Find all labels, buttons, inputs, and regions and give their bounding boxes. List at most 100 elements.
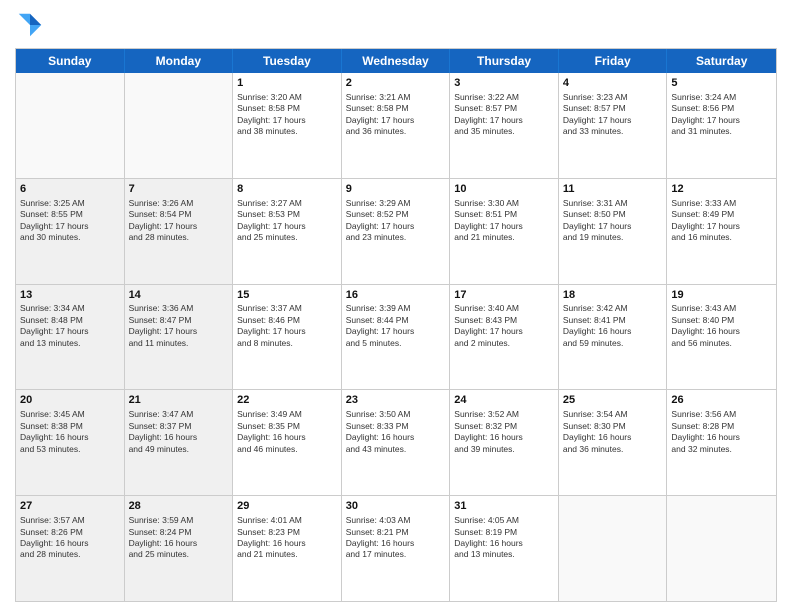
sunrise-text: Sunrise: 3:30 AM bbox=[454, 198, 554, 209]
daylight-hours: Daylight: 16 hours bbox=[20, 432, 120, 443]
table-row: 2Sunrise: 3:21 AMSunset: 8:58 PMDaylight… bbox=[342, 73, 451, 178]
daylight-hours: Daylight: 17 hours bbox=[454, 326, 554, 337]
week-row-4: 20Sunrise: 3:45 AMSunset: 8:38 PMDayligh… bbox=[16, 390, 776, 496]
sunset-text: Sunset: 8:24 PM bbox=[129, 527, 229, 538]
day-number: 6 bbox=[20, 182, 120, 197]
daylight-hours: Daylight: 17 hours bbox=[454, 221, 554, 232]
sunrise-text: Sunrise: 3:26 AM bbox=[129, 198, 229, 209]
sunset-text: Sunset: 8:55 PM bbox=[20, 209, 120, 220]
day-number: 26 bbox=[671, 393, 772, 408]
sunset-text: Sunset: 8:48 PM bbox=[20, 315, 120, 326]
daylight-hours: Daylight: 16 hours bbox=[346, 538, 446, 549]
table-row: 29Sunrise: 4:01 AMSunset: 8:23 PMDayligh… bbox=[233, 496, 342, 601]
daylight-minutes: and 25 minutes. bbox=[129, 549, 229, 560]
sunset-text: Sunset: 8:32 PM bbox=[454, 421, 554, 432]
day-number: 28 bbox=[129, 499, 229, 514]
day-number: 25 bbox=[563, 393, 663, 408]
sunrise-text: Sunrise: 3:20 AM bbox=[237, 92, 337, 103]
day-number: 11 bbox=[563, 182, 663, 197]
day-number: 30 bbox=[346, 499, 446, 514]
daylight-minutes: and 17 minutes. bbox=[346, 549, 446, 560]
daylight-minutes: and 2 minutes. bbox=[454, 338, 554, 349]
daylight-hours: Daylight: 17 hours bbox=[346, 326, 446, 337]
sunrise-text: Sunrise: 3:42 AM bbox=[563, 303, 663, 314]
daylight-minutes: and 39 minutes. bbox=[454, 444, 554, 455]
table-row: 27Sunrise: 3:57 AMSunset: 8:26 PMDayligh… bbox=[16, 496, 125, 601]
daylight-minutes: and 11 minutes. bbox=[129, 338, 229, 349]
calendar-body: 1Sunrise: 3:20 AM Sunset: 8:58 PM Daylight… bbox=[16, 73, 776, 601]
header-day-monday: Monday bbox=[125, 49, 234, 73]
daylight-minutes: and 59 minutes. bbox=[563, 338, 663, 349]
table-row bbox=[667, 496, 776, 601]
daylight-minutes: and 35 minutes. bbox=[454, 126, 554, 137]
table-row: 4Sunrise: 3:23 AMSunset: 8:57 PMDaylight… bbox=[559, 73, 668, 178]
table-row: 30Sunrise: 4:03 AMSunset: 8:21 PMDayligh… bbox=[342, 496, 451, 601]
daylight-hours: Daylight: 16 hours bbox=[129, 538, 229, 549]
daylight-hours: Daylight: 17 hours bbox=[346, 221, 446, 232]
table-row bbox=[125, 73, 234, 178]
sunset-text: Sunset: 8:50 PM bbox=[563, 209, 663, 220]
sunrise-text: Sunrise: 3:33 AM bbox=[671, 198, 772, 209]
sunset-text: Sunset: 8:23 PM bbox=[237, 527, 337, 538]
day-number: 27 bbox=[20, 499, 120, 514]
table-row: 14Sunrise: 3:36 AMSunset: 8:47 PMDayligh… bbox=[125, 285, 234, 390]
daylight-hours: Daylight: 17 hours bbox=[20, 326, 120, 337]
daylight-hours: Daylight: 16 hours bbox=[346, 432, 446, 443]
day-number: 1 bbox=[237, 76, 337, 91]
daylight-minutes: and 21 minutes. bbox=[454, 232, 554, 243]
daylight-hours: Daylight: 17 hours bbox=[671, 115, 772, 126]
sunrise-text: Sunrise: 3:37 AM bbox=[237, 303, 337, 314]
daylight-hours: Daylight: 17 hours bbox=[237, 326, 337, 337]
day-number: 18 bbox=[563, 288, 663, 303]
table-row: 1Sunrise: 3:20 AMSunset: 8:58 PMDaylight… bbox=[233, 73, 342, 178]
table-row: 26Sunrise: 3:56 AMSunset: 8:28 PMDayligh… bbox=[667, 390, 776, 495]
daylight-minutes: and 21 minutes. bbox=[237, 549, 337, 560]
sunrise-text: Sunrise: 3:47 AM bbox=[129, 409, 229, 420]
sunset-text: Sunset: 8:47 PM bbox=[129, 315, 229, 326]
sunset-text: Sunset: 8:58 PM bbox=[346, 103, 446, 114]
sunset-text: Sunset: 8:52 PM bbox=[346, 209, 446, 220]
logo bbox=[15, 10, 49, 40]
daylight-hours: Daylight: 17 hours bbox=[671, 221, 772, 232]
header-day-tuesday: Tuesday bbox=[233, 49, 342, 73]
daylight-minutes: and 28 minutes. bbox=[129, 232, 229, 243]
sunrise-text: Sunrise: 3:50 AM bbox=[346, 409, 446, 420]
table-row: 16Sunrise: 3:39 AMSunset: 8:44 PMDayligh… bbox=[342, 285, 451, 390]
daylight-hours: Daylight: 16 hours bbox=[671, 432, 772, 443]
header-day-saturday: Saturday bbox=[667, 49, 776, 73]
header-day-friday: Friday bbox=[559, 49, 668, 73]
day-number: 24 bbox=[454, 393, 554, 408]
sunset-text: Sunset: 8:54 PM bbox=[129, 209, 229, 220]
daylight-hours: Daylight: 16 hours bbox=[237, 432, 337, 443]
week-row-3: 13Sunrise: 3:34 AMSunset: 8:48 PMDayligh… bbox=[16, 285, 776, 391]
table-row: 22Sunrise: 3:49 AMSunset: 8:35 PMDayligh… bbox=[233, 390, 342, 495]
day-number: 23 bbox=[346, 393, 446, 408]
sunset-text: Sunset: 8:41 PM bbox=[563, 315, 663, 326]
daylight-minutes: and 46 minutes. bbox=[237, 444, 337, 455]
sunrise-text: Sunrise: 3:52 AM bbox=[454, 409, 554, 420]
sunrise-text: Sunrise: 3:49 AM bbox=[237, 409, 337, 420]
table-row: 11Sunrise: 3:31 AMSunset: 8:50 PMDayligh… bbox=[559, 179, 668, 284]
sunset-text: Sunset: 8:43 PM bbox=[454, 315, 554, 326]
sunrise-text: Sunrise: 3:54 AM bbox=[563, 409, 663, 420]
sunset-text: Sunset: 8:44 PM bbox=[346, 315, 446, 326]
daylight-minutes: and 13 minutes. bbox=[20, 338, 120, 349]
daylight-hours: Daylight: 17 hours bbox=[129, 221, 229, 232]
daylight-hours: Daylight: 17 hours bbox=[20, 221, 120, 232]
table-row: 7Sunrise: 3:26 AMSunset: 8:54 PMDaylight… bbox=[125, 179, 234, 284]
day-number: 16 bbox=[346, 288, 446, 303]
daylight-hours: Daylight: 16 hours bbox=[20, 538, 120, 549]
header bbox=[15, 10, 777, 40]
daylight-minutes: and 13 minutes. bbox=[454, 549, 554, 560]
sunrise-text: Sunrise: 3:29 AM bbox=[346, 198, 446, 209]
daylight-minutes: and 5 minutes. bbox=[346, 338, 446, 349]
table-row: 9Sunrise: 3:29 AMSunset: 8:52 PMDaylight… bbox=[342, 179, 451, 284]
header-day-wednesday: Wednesday bbox=[342, 49, 451, 73]
table-row: 5Sunrise: 3:24 AMSunset: 8:56 PMDaylight… bbox=[667, 73, 776, 178]
week-row-2: 6Sunrise: 3:25 AMSunset: 8:55 PMDaylight… bbox=[16, 179, 776, 285]
sunset-text: Sunset: 8:46 PM bbox=[237, 315, 337, 326]
daylight-minutes: and 38 minutes. bbox=[237, 126, 337, 137]
daylight-hours: Daylight: 17 hours bbox=[563, 115, 663, 126]
table-row: 6Sunrise: 3:25 AMSunset: 8:55 PMDaylight… bbox=[16, 179, 125, 284]
daylight-minutes: and 8 minutes. bbox=[237, 338, 337, 349]
